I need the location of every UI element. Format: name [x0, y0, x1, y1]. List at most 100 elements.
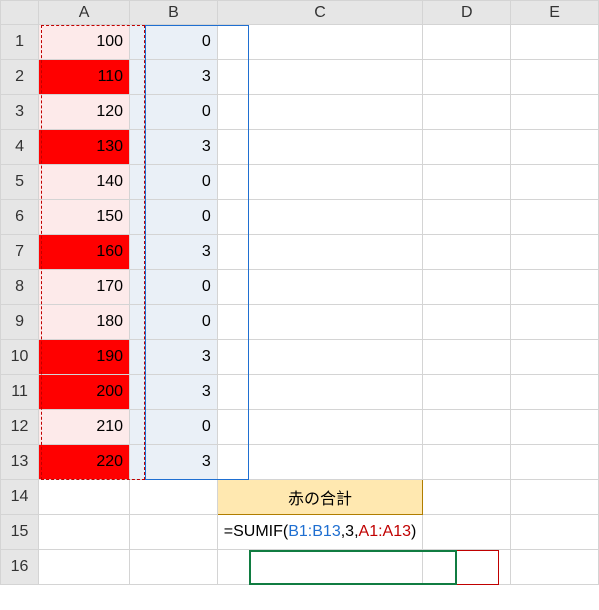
cell-D11[interactable]: [423, 375, 511, 410]
cell-C5[interactable]: [217, 165, 423, 200]
row-header-15[interactable]: 15: [1, 515, 39, 550]
row-header-6[interactable]: 6: [1, 200, 39, 235]
row-header-13[interactable]: 13: [1, 445, 39, 480]
select-all-corner[interactable]: [1, 1, 39, 25]
cell-A16[interactable]: [39, 550, 130, 585]
cell-E7[interactable]: [511, 235, 599, 270]
row-header-2[interactable]: 2: [1, 60, 39, 95]
cell-A9[interactable]: 180: [39, 305, 130, 340]
cell-D7[interactable]: [423, 235, 511, 270]
cell-E5[interactable]: [511, 165, 599, 200]
cell-D16[interactable]: [423, 550, 511, 585]
cell-A13[interactable]: 220: [39, 445, 130, 480]
cell-B5[interactable]: 0: [130, 165, 218, 200]
cell-E15[interactable]: [511, 515, 599, 550]
cell-A5[interactable]: 140: [39, 165, 130, 200]
cell-B15[interactable]: [130, 515, 218, 550]
row-header-1[interactable]: 1: [1, 25, 39, 60]
cell-D4[interactable]: [423, 130, 511, 165]
cell-A10[interactable]: 190: [39, 340, 130, 375]
cell-D3[interactable]: [423, 95, 511, 130]
cell-D15[interactable]: [423, 515, 511, 550]
row-header-16[interactable]: 16: [1, 550, 39, 585]
cell-E2[interactable]: [511, 60, 599, 95]
col-header-E[interactable]: E: [511, 1, 599, 25]
row-header-12[interactable]: 12: [1, 410, 39, 445]
cell-D2[interactable]: [423, 60, 511, 95]
cell-D8[interactable]: [423, 270, 511, 305]
cell-C8[interactable]: [217, 270, 423, 305]
cell-E16[interactable]: [511, 550, 599, 585]
cell-C12[interactable]: [217, 410, 423, 445]
cell-B4[interactable]: 3: [130, 130, 218, 165]
cell-C1[interactable]: [217, 25, 423, 60]
cell-E8[interactable]: [511, 270, 599, 305]
cell-B12[interactable]: 0: [130, 410, 218, 445]
cell-A1[interactable]: 100: [39, 25, 130, 60]
cell-C15[interactable]: =SUMIF(B1:B13,3,A1:A13): [217, 515, 423, 550]
cell-C14[interactable]: 赤の合計: [217, 480, 423, 515]
row-header-7[interactable]: 7: [1, 235, 39, 270]
cell-C7[interactable]: [217, 235, 423, 270]
cell-D10[interactable]: [423, 340, 511, 375]
cell-A4[interactable]: 130: [39, 130, 130, 165]
cell-A12[interactable]: 210: [39, 410, 130, 445]
row-header-14[interactable]: 14: [1, 480, 39, 515]
cell-A3[interactable]: 120: [39, 95, 130, 130]
row-header-11[interactable]: 11: [1, 375, 39, 410]
row-header-5[interactable]: 5: [1, 165, 39, 200]
row-header-8[interactable]: 8: [1, 270, 39, 305]
cell-E4[interactable]: [511, 130, 599, 165]
cell-B6[interactable]: 0: [130, 200, 218, 235]
cell-B3[interactable]: 0: [130, 95, 218, 130]
cell-C9[interactable]: [217, 305, 423, 340]
cell-B13[interactable]: 3: [130, 445, 218, 480]
cell-B7[interactable]: 3: [130, 235, 218, 270]
cell-B14[interactable]: [130, 480, 218, 515]
cell-C16[interactable]: [217, 550, 423, 585]
cell-B8[interactable]: 0: [130, 270, 218, 305]
cell-E9[interactable]: [511, 305, 599, 340]
cell-E3[interactable]: [511, 95, 599, 130]
cell-A2[interactable]: 110: [39, 60, 130, 95]
col-header-C[interactable]: C: [217, 1, 423, 25]
cell-A6[interactable]: 150: [39, 200, 130, 235]
col-header-B[interactable]: B: [130, 1, 218, 25]
cell-C11[interactable]: [217, 375, 423, 410]
cell-B10[interactable]: 3: [130, 340, 218, 375]
cell-E10[interactable]: [511, 340, 599, 375]
cell-B1[interactable]: 0: [130, 25, 218, 60]
cell-D12[interactable]: [423, 410, 511, 445]
row-header-4[interactable]: 4: [1, 130, 39, 165]
cell-B11[interactable]: 3: [130, 375, 218, 410]
row-header-10[interactable]: 10: [1, 340, 39, 375]
row-header-9[interactable]: 9: [1, 305, 39, 340]
cell-E1[interactable]: [511, 25, 599, 60]
cell-C2[interactable]: [217, 60, 423, 95]
cell-E11[interactable]: [511, 375, 599, 410]
cell-C3[interactable]: [217, 95, 423, 130]
cell-A14[interactable]: [39, 480, 130, 515]
cell-E12[interactable]: [511, 410, 599, 445]
cell-A15[interactable]: [39, 515, 130, 550]
cell-A8[interactable]: 170: [39, 270, 130, 305]
cell-C6[interactable]: [217, 200, 423, 235]
cell-D9[interactable]: [423, 305, 511, 340]
cell-D1[interactable]: [423, 25, 511, 60]
cell-D6[interactable]: [423, 200, 511, 235]
col-header-D[interactable]: D: [423, 1, 511, 25]
spreadsheet-grid[interactable]: A B C D E 110002110331200413035140061500…: [0, 0, 599, 585]
cell-C4[interactable]: [217, 130, 423, 165]
cell-D5[interactable]: [423, 165, 511, 200]
cell-E14[interactable]: [511, 480, 599, 515]
col-header-A[interactable]: A: [39, 1, 130, 25]
cell-D14[interactable]: [423, 480, 511, 515]
cell-A7[interactable]: 160: [39, 235, 130, 270]
row-header-3[interactable]: 3: [1, 95, 39, 130]
cell-E6[interactable]: [511, 200, 599, 235]
cell-B2[interactable]: 3: [130, 60, 218, 95]
cell-B9[interactable]: 0: [130, 305, 218, 340]
cell-B16[interactable]: [130, 550, 218, 585]
cell-C13[interactable]: [217, 445, 423, 480]
cell-E13[interactable]: [511, 445, 599, 480]
